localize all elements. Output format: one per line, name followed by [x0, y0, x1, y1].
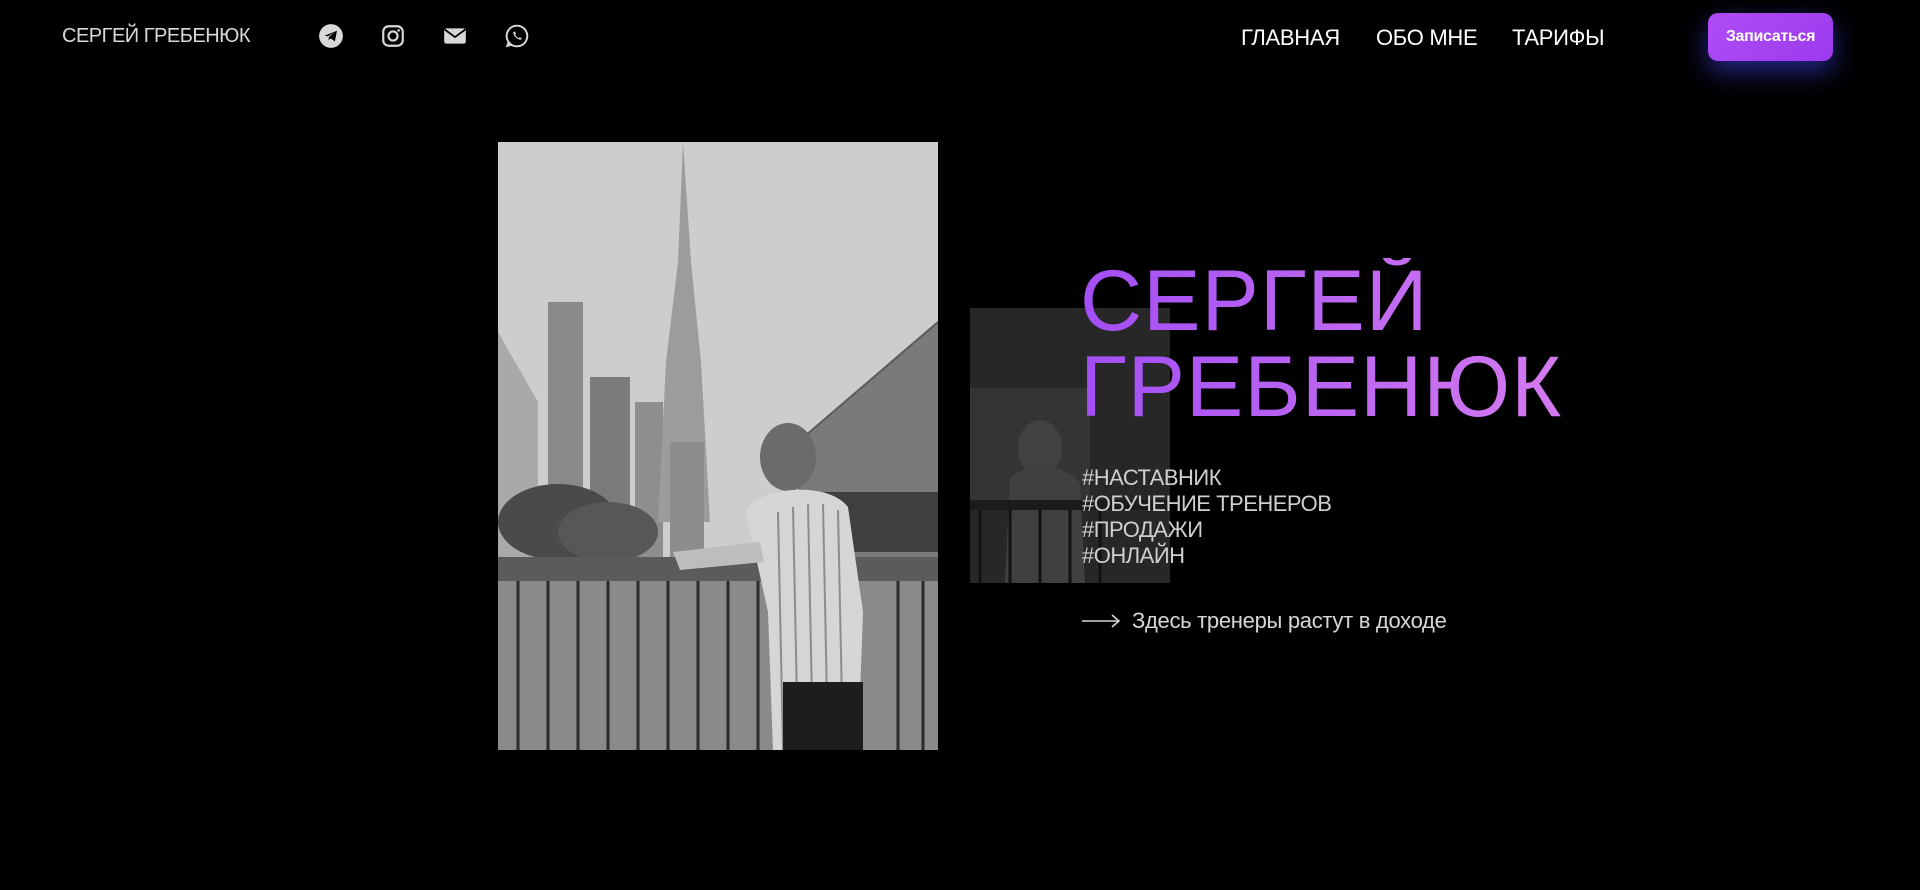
nav-about[interactable]: ОБО МНЕ [1376, 25, 1478, 51]
tag-item: #ПРОДАЖИ [1082, 517, 1203, 542]
tagline-text: Здесь тренеры растут в доходе [1132, 608, 1447, 633]
telegram-icon[interactable] [317, 22, 345, 50]
hero-title-line2: ГРЕБЕНЮК [1080, 339, 1563, 435]
hero-photo-illustration [498, 142, 938, 750]
instagram-icon[interactable] [379, 22, 407, 50]
hero-photo [498, 142, 938, 750]
hero-tagline: Здесь тренеры растут в доходе [1082, 608, 1447, 634]
nav-pricing[interactable]: ТАРИФЫ [1512, 25, 1605, 51]
hero-title: СЕРГЕЙ ГРЕБЕНЮК [1080, 258, 1562, 430]
hero-tags: #НАСТАВНИК #ОБУЧЕНИЕ ТРЕНЕРОВ #ПРОДАЖИ #… [1082, 465, 1332, 569]
mail-icon[interactable] [441, 22, 469, 50]
whatsapp-icon[interactable] [503, 22, 531, 50]
nav-home[interactable]: ГЛАВНАЯ [1241, 25, 1340, 51]
tag-item: #НАСТАВНИК [1082, 465, 1222, 490]
arrow-right-icon [1082, 614, 1120, 628]
brand-name[interactable]: СЕРГЕЙ ГРЕБЕНЮК [62, 25, 251, 48]
site-header: СЕРГЕЙ ГРЕБЕНЮК ГЛАВНАЯ ОБО МНЕ ТАРИФЫ З… [0, 0, 1920, 76]
signup-button[interactable]: Записаться [1708, 13, 1833, 61]
tag-item: #ОНЛАЙН [1082, 543, 1185, 568]
tag-item: #ОБУЧЕНИЕ ТРЕНЕРОВ [1082, 491, 1332, 516]
hero-title-line1: СЕРГЕЙ [1080, 253, 1429, 349]
